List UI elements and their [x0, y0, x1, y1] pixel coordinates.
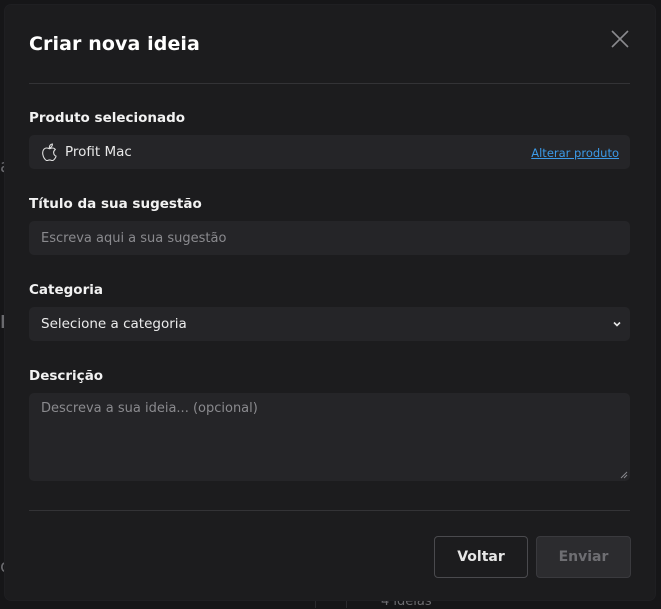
suggestion-title-input[interactable]	[29, 221, 630, 255]
description-label: Descrição	[29, 368, 104, 384]
suggestion-title-label: Título da sua sugestão	[29, 196, 202, 212]
category-label: Categoria	[29, 282, 103, 298]
header-divider	[29, 83, 630, 84]
close-button[interactable]	[609, 28, 631, 50]
modal-title: Criar nova ideia	[29, 33, 200, 55]
close-icon	[611, 30, 629, 48]
suggestion-title-field	[29, 221, 630, 255]
footer-divider	[29, 510, 630, 511]
category-select[interactable]: Selecione a categoria	[29, 307, 630, 341]
selected-product: Profit Mac Alterar produto	[29, 135, 630, 169]
back-button[interactable]: Voltar	[434, 536, 528, 578]
change-product-link[interactable]: Alterar produto	[531, 146, 619, 160]
resize-handle-icon[interactable]	[620, 471, 628, 479]
background-divider	[315, 600, 316, 608]
description-field	[29, 393, 630, 481]
description-textarea[interactable]	[29, 393, 630, 481]
product-name: Profit Mac	[65, 144, 132, 160]
send-button[interactable]: Enviar	[536, 536, 631, 578]
apple-icon	[42, 143, 57, 161]
create-idea-modal: Criar nova ideia Produto selecionado Pro…	[5, 5, 655, 600]
category-select-value: Selecione a categoria	[41, 316, 187, 332]
background-divider	[346, 600, 347, 608]
chevron-down-icon	[613, 321, 621, 327]
product-label: Produto selecionado	[29, 110, 186, 126]
